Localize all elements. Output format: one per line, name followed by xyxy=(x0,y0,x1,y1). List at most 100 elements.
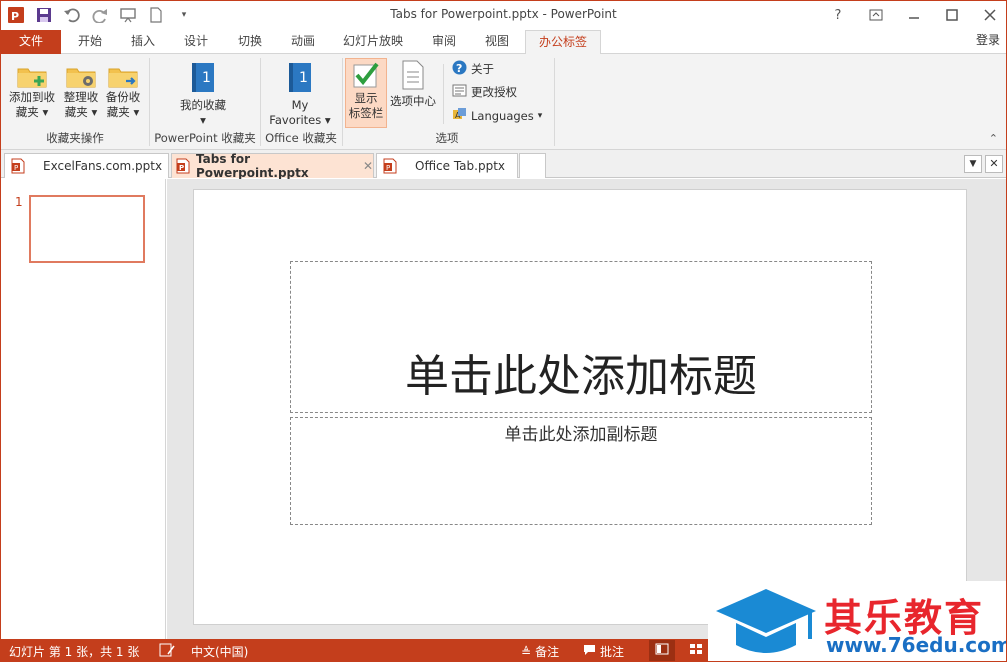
powerpoint-window: P ▾ Tabs for Powerpoint.pptx - PowerPoin… xyxy=(0,0,1007,662)
doc-tab-label: Office Tab.pptx xyxy=(415,159,506,173)
my-favorites-button[interactable]: 1 My Favorites ▾ xyxy=(265,62,335,128)
doc-tab-label: ExcelFans.com.pptx xyxy=(43,159,163,173)
group-label-office-favorites: Office 收藏夹 xyxy=(265,131,337,145)
pptx-file-icon: P xyxy=(11,158,25,174)
info-icon: ? xyxy=(452,60,467,78)
tab-animations[interactable]: 动画 xyxy=(279,30,327,54)
slide-count-status: 幻灯片 第 1 张，共 1 张 xyxy=(9,645,140,659)
folder-add-icon xyxy=(17,64,47,88)
close-tab-icon[interactable]: ✕ xyxy=(363,159,373,173)
doc-tab-excelfans[interactable]: P ExcelFans.com.pptx xyxy=(4,153,169,178)
add-to-favorites-button[interactable]: 添加到收 藏夹 ▾ xyxy=(5,64,59,120)
signin-link[interactable]: 登录 xyxy=(976,31,1000,48)
ribbon-tab-bar: 文件 开始 插入 设计 切换 动画 幻灯片放映 审阅 视图 办公标签 登录 xyxy=(1,30,1006,55)
about-label: 关于 xyxy=(471,62,494,76)
tab-insert[interactable]: 插入 xyxy=(119,30,167,54)
close-icon[interactable] xyxy=(980,5,1000,25)
tab-slideshow[interactable]: 幻灯片放映 xyxy=(331,30,415,54)
comments-label: 批注 xyxy=(600,645,625,659)
graduation-cap-logo-icon xyxy=(712,587,820,660)
document-list-icon xyxy=(401,60,425,90)
watermark-url: www.76edu.com xyxy=(826,633,1007,657)
doc-tab-tabs-for-powerpoint[interactable]: P Tabs for Powerpoint.pptx ✕ xyxy=(171,152,374,180)
show-tabbar-button[interactable]: 显示 标签栏 xyxy=(345,58,387,128)
backup-favorites-button[interactable]: 备份收 藏夹 ▾ xyxy=(101,64,145,120)
backup-favorites-label-2: 藏夹 xyxy=(106,105,130,119)
organize-favorites-label-1: 整理收 xyxy=(63,90,99,104)
pptx-file-icon: P xyxy=(383,158,397,174)
collapse-ribbon-icon[interactable]: ⌃ xyxy=(989,132,998,145)
svg-text:?: ? xyxy=(456,62,462,75)
my-favorites-cn-label: 我的收藏 xyxy=(180,98,226,112)
language-status[interactable]: 中文(中国) xyxy=(191,643,248,660)
tab-review[interactable]: 审阅 xyxy=(419,30,469,54)
tab-design[interactable]: 设计 xyxy=(171,30,221,54)
tab-view[interactable]: 视图 xyxy=(473,30,521,54)
ribbon-display-options-icon[interactable] xyxy=(866,5,886,25)
slide-editor-canvas: 单击此处添加标题 单击此处添加副标题 xyxy=(167,179,1006,639)
folder-backup-icon xyxy=(108,64,138,88)
languages-button[interactable]: A Languages ▾ xyxy=(452,107,542,125)
my-favorites-cn-button[interactable]: 1 我的收藏 ▾ xyxy=(171,62,235,128)
book-icon: 1 xyxy=(287,62,313,94)
tab-file[interactable]: 文件 xyxy=(1,30,61,54)
minimize-icon[interactable] xyxy=(904,5,924,25)
languages-label: Languages xyxy=(471,109,534,123)
notes-button[interactable]: ≜ 备注 xyxy=(521,643,559,660)
organize-favorites-label-2: 藏夹 xyxy=(64,105,88,119)
subtitle-placeholder-text: 单击此处添加副标题 xyxy=(504,425,658,445)
tab-list-dropdown-icon[interactable]: ▼ xyxy=(964,155,982,173)
book-icon: 1 xyxy=(190,62,216,94)
dropdown-arrow-icon: ▾ xyxy=(91,105,98,119)
subtitle-placeholder[interactable]: 单击此处添加副标题 xyxy=(290,417,872,525)
tab-office-tabs[interactable]: 办公标签 xyxy=(525,30,601,55)
notes-label: 备注 xyxy=(535,645,560,659)
dropdown-arrow-icon: ▾ xyxy=(200,113,206,127)
maximize-icon[interactable] xyxy=(942,5,962,25)
option-center-button[interactable]: 选项中心 xyxy=(387,60,439,109)
comment-icon xyxy=(583,644,596,659)
notes-icon: ≜ xyxy=(521,644,532,659)
ribbon: 添加到收 藏夹 ▾ 整理收 藏夹 ▾ 备份收 藏夹 ▾ 收藏夹操作 1 我的收藏… xyxy=(1,54,1006,150)
svg-text:P: P xyxy=(179,164,184,172)
my-favorites-label-1: My xyxy=(291,98,309,112)
watermark: 其乐教育 www.76edu.com xyxy=(708,581,1007,661)
close-all-tabs-icon[interactable]: ✕ xyxy=(985,155,1003,173)
tab-transitions[interactable]: 切换 xyxy=(225,30,275,54)
dropdown-arrow-icon: ▾ xyxy=(42,105,49,119)
normal-view-button[interactable] xyxy=(649,640,675,661)
languages-icon: A xyxy=(452,107,467,125)
dropdown-arrow-icon: ▾ xyxy=(324,113,331,127)
new-tab-button[interactable] xyxy=(519,153,546,178)
slide-thumbnail-pane: 1 xyxy=(1,179,166,639)
add-to-favorites-label-1: 添加到收 xyxy=(9,90,55,104)
pptx-file-icon: P xyxy=(176,158,190,174)
comments-button[interactable]: 批注 xyxy=(583,643,624,660)
change-license-button[interactable]: 更改授权 xyxy=(452,84,517,100)
about-button[interactable]: ? 关于 xyxy=(452,60,494,78)
title-bar: P ▾ Tabs for Powerpoint.pptx - PowerPoin… xyxy=(1,1,1006,30)
title-placeholder[interactable]: 单击此处添加标题 xyxy=(290,261,872,413)
slide-thumbnail[interactable] xyxy=(29,195,145,263)
help-button[interactable]: ? xyxy=(828,5,848,25)
document-tab-bar: P ExcelFans.com.pptx P Tabs for Powerpoi… xyxy=(1,150,1006,180)
spell-check-icon[interactable] xyxy=(159,643,175,657)
group-separator xyxy=(443,64,444,124)
normal-view-icon xyxy=(655,643,669,658)
checkmark-icon xyxy=(352,61,380,89)
show-tabbar-label-2: 标签栏 xyxy=(348,106,384,120)
svg-text:1: 1 xyxy=(299,70,308,86)
organize-favorites-button[interactable]: 整理收 藏夹 ▾ xyxy=(59,64,103,120)
slide-number: 1 xyxy=(15,195,23,209)
svg-text:P: P xyxy=(386,164,390,172)
dropdown-arrow-icon: ▾ xyxy=(537,111,543,121)
window-controls: ? xyxy=(828,5,1000,25)
tab-home[interactable]: 开始 xyxy=(65,30,115,54)
my-favorites-label-2: Favorites xyxy=(269,113,322,127)
svg-text:P: P xyxy=(14,164,18,172)
group-separator xyxy=(342,58,343,146)
slide-sorter-view-button[interactable] xyxy=(689,643,703,658)
doc-tab-office-tab[interactable]: P Office Tab.pptx xyxy=(376,153,518,178)
group-separator xyxy=(149,58,150,146)
group-separator xyxy=(554,58,555,146)
